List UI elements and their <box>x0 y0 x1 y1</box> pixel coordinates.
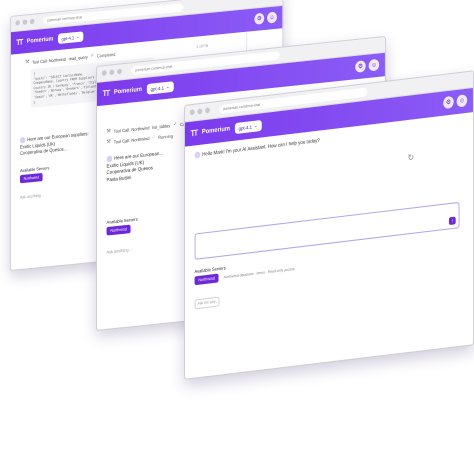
tool-call-label: Tool Call: Northwind <box>113 135 150 145</box>
settings-icon[interactable]: ⚙ <box>254 12 265 25</box>
spinner-icon: ◌ <box>152 134 156 141</box>
server-chip[interactable]: Northwind <box>194 273 219 286</box>
window-controls[interactable] <box>189 107 210 116</box>
tool-call-label: Tool Call: Northwind <box>113 124 150 134</box>
minimize-dot-icon[interactable] <box>197 108 203 115</box>
send-button[interactable]: ↑ <box>448 216 456 226</box>
available-servers: Available Servers Northwind Northwind da… <box>194 257 295 286</box>
tool-call-name: list_tables <box>152 122 171 130</box>
status-badge: Completed <box>96 51 116 59</box>
model-selector[interactable]: gpt-4.1 ⌄ <box>234 119 262 135</box>
server-chip[interactable]: Northwind <box>19 172 43 184</box>
model-selector[interactable]: gpt-4.1 ⌄ <box>146 81 174 95</box>
window-controls[interactable] <box>101 68 122 76</box>
user-icon[interactable]: ☺ <box>456 94 468 108</box>
brand-name: Pomerium <box>113 86 142 96</box>
assistant-message: Here are our European suppliers: Exotic … <box>19 131 89 158</box>
model-selector[interactable]: gpt-4.1 ⌄ <box>57 31 84 44</box>
assistant-avatar <box>106 155 113 163</box>
available-servers: Available Servers Northwind <box>106 216 138 236</box>
settings-icon[interactable]: ⚙ <box>355 60 366 73</box>
model-label: gpt-4.1 <box>150 84 165 92</box>
pomerium-logo-icon: 𝖳𝖳 <box>190 129 198 139</box>
brand-name: Pomerium <box>201 125 230 136</box>
chevron-down-icon: ⌄ <box>166 83 170 90</box>
check-circle-icon: ✓ <box>173 121 178 128</box>
servers-label: Available Servers <box>106 216 138 225</box>
close-dot-icon[interactable] <box>189 109 195 116</box>
brand-name: Pomerium <box>26 36 54 45</box>
pomerium-logo-icon: 𝖳𝖳 <box>102 90 110 99</box>
maximize-dot-icon[interactable] <box>205 107 210 114</box>
tool-call-label: Tool Call: Northwind <box>32 55 66 65</box>
minimize-dot-icon[interactable] <box>22 19 28 25</box>
close-dot-icon[interactable] <box>101 70 107 76</box>
loading-spinner-icon: ↻ <box>407 152 415 163</box>
check-circle-icon: ✓ <box>90 52 95 60</box>
wrench-icon: ⚒ <box>25 58 30 66</box>
close-dot-icon[interactable] <box>15 20 20 26</box>
assistant-avatar <box>194 151 201 159</box>
status-badge: Running <box>158 132 174 140</box>
maximize-dot-icon[interactable] <box>29 18 35 25</box>
secondary-input[interactable]: Ask me any... <box>194 296 220 310</box>
server-description: Northwind database · demo · Read-only ac… <box>223 266 295 280</box>
model-label: gpt-4.1 <box>61 34 75 42</box>
assistant-avatar <box>19 136 26 144</box>
chat-input[interactable]: ↑ <box>194 201 460 260</box>
tool-call-name: read_query <box>68 53 88 61</box>
servers-label: Available Servers <box>19 165 50 174</box>
minimize-dot-icon[interactable] <box>109 69 115 76</box>
server-chip[interactable]: Northwind <box>106 224 131 236</box>
wrench-icon: ⚒ <box>106 128 111 135</box>
input-placeholder[interactable]: Ask anything... <box>107 247 132 255</box>
available-servers: Available Servers Northwind <box>19 165 50 184</box>
browser-window-front: pomerium.com/mcp-chat 𝖳𝖳 Pomerium gpt-4.… <box>184 70 474 381</box>
user-icon[interactable]: ☺ <box>267 11 277 24</box>
maximize-dot-icon[interactable] <box>117 68 122 75</box>
input-placeholder[interactable]: Ask anything... <box>20 192 44 199</box>
chevron-down-icon: ⌄ <box>75 33 80 40</box>
wrench-icon: ⚒ <box>106 138 111 146</box>
tool-call-row[interactable]: ⚒ Tool Call: Northwind ◌ Running <box>106 132 174 146</box>
settings-icon[interactable]: ⚙ <box>443 95 454 110</box>
window-controls[interactable] <box>15 18 35 26</box>
user-icon[interactable]: ☺ <box>368 58 380 72</box>
pomerium-logo-icon: 𝖳𝖳 <box>16 39 23 48</box>
model-label: gpt-4.1 <box>238 123 253 131</box>
assistant-message: Here are our European... Exotic Liquids … <box>106 150 163 184</box>
timestamp: 4:18 PM <box>196 43 209 49</box>
chevron-down-icon: ⌄ <box>254 122 258 129</box>
chat-body: Hello Mark! I'm your AI Assistant. How c… <box>185 112 473 378</box>
